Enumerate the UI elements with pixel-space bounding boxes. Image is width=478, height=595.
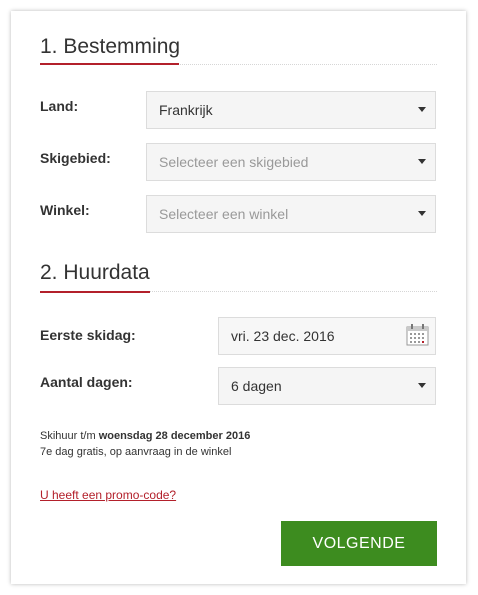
aantal-dagen-label: Aantal dagen:	[40, 374, 133, 390]
skigebied-placeholder: Selecteer een skigebied	[159, 154, 309, 170]
eerste-skidag-datepicker[interactable]: vri. 23 dec. 2016	[218, 317, 436, 355]
chevron-down-icon	[418, 159, 426, 164]
calendar-icon[interactable]	[406, 324, 429, 346]
chevron-down-icon	[418, 383, 426, 388]
aantal-dagen-value: 6 dagen	[231, 378, 282, 394]
promo-code-link[interactable]: U heeft een promo-code?	[40, 488, 176, 502]
summary-note: 7e dag gratis, op aanvraag in de winkel	[40, 446, 232, 458]
summary-prefix: Skihuur t/m	[40, 430, 99, 442]
chevron-down-icon	[418, 107, 426, 112]
section-underline	[40, 63, 179, 65]
next-button[interactable]: VOLGENDE	[281, 521, 437, 566]
land-select-value: Frankrijk	[159, 102, 213, 118]
chevron-down-icon	[418, 211, 426, 216]
section-title-bestemming: 1. Bestemming	[40, 35, 181, 58]
section-underline	[40, 291, 150, 293]
winkel-placeholder: Selecteer een winkel	[159, 206, 289, 222]
land-select[interactable]: Frankrijk	[146, 91, 436, 129]
winkel-label: Winkel:	[40, 202, 90, 218]
booking-form-card: 1. Bestemming Land: Frankrijk Skigebied:…	[11, 11, 466, 584]
winkel-select[interactable]: Selecteer een winkel	[146, 195, 436, 233]
skigebied-label: Skigebied:	[40, 150, 111, 166]
section-title-huurdata: 2. Huurdata	[40, 261, 150, 284]
aantal-dagen-select[interactable]: 6 dagen	[218, 367, 436, 405]
skigebied-select[interactable]: Selecteer een skigebied	[146, 143, 436, 181]
eerste-skidag-label: Eerste skidag:	[40, 327, 136, 343]
land-label: Land:	[40, 98, 79, 114]
summary-end-date: woensdag 28 december 2016	[98, 430, 251, 442]
eerste-skidag-value: vri. 23 dec. 2016	[231, 328, 335, 344]
rental-summary: Skihuur t/m woensdag 28 december 2016	[40, 428, 250, 444]
